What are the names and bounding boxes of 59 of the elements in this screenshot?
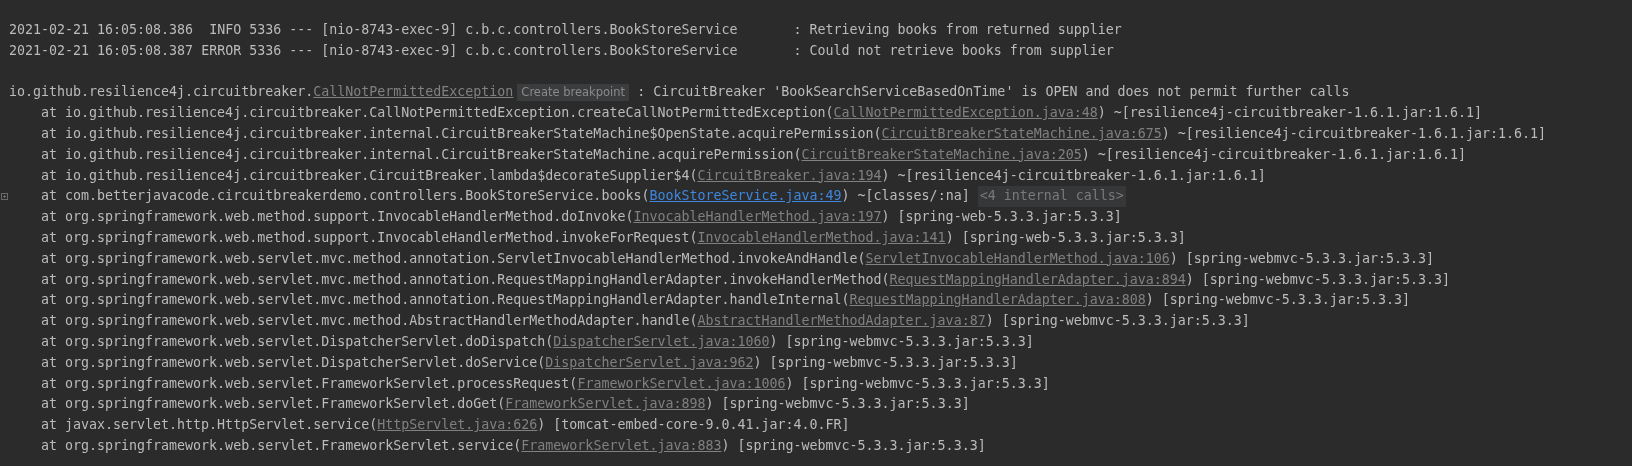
log-text: ) [spring-webmvc-5.3.3.jar:5.3.3] xyxy=(1145,291,1410,310)
source-link[interactable]: DispatcherServlet.java:1060 xyxy=(553,331,770,353)
source-link[interactable]: CircuitBreakerStateMachine.java:675 xyxy=(881,124,1162,145)
log-text: at com.betterjavacode.circuitbreakerdemo.controllers.BookStoreService.books( xyxy=(41,187,650,206)
log-text: at org.springframework.web.servlet.FrameworkServlet.service( xyxy=(41,436,522,455)
source-link[interactable]: RequestMappingHandlerAdapter.java:894 xyxy=(889,269,1186,291)
source-link[interactable]: DispatcherServlet.java:962 xyxy=(545,352,754,374)
log-text: at io.github.resilience4j.circuitbreaker.CircuitBreaker.lambda$decorateSupplier$4( xyxy=(41,166,698,185)
log-text: ) ~[resilience4j-circuitbreaker-1.6.1.jar:1.6.1] xyxy=(1161,125,1547,143)
log-text: ) [spring-webmvc-5.3.3.jar:5.3.3] xyxy=(721,436,986,455)
source-link[interactable]: FrameworkServlet.java:898 xyxy=(505,394,706,416)
log-text: ) [spring-web-5.3.3.jar:5.3.3] xyxy=(881,208,1122,227)
log-text: at io.github.resilience4j.circuitbreaker.internal.CircuitBreakerStateMachine.acquirePermission( xyxy=(41,145,802,164)
log-text: at org.springframework.web.method.support.InvocableHandlerMethod.doInvoke( xyxy=(41,208,634,227)
log-text: io.github.resilience4j.circuitbreaker. xyxy=(9,83,314,102)
log-text: ) ~[resilience4j-circuitbreaker-1.6.1.jar:1.6.1] xyxy=(1097,104,1482,123)
source-link[interactable]: BookStoreService.java:49 xyxy=(649,186,842,208)
log-text: ) [spring-webmvc-5.3.3.jar:5.3.3] xyxy=(753,353,1018,372)
log-text: at org.springframework.web.servlet.DispatcherServlet.doService( xyxy=(41,353,546,372)
create-breakpoint-button[interactable]: Create breakpoint xyxy=(517,84,630,102)
log-text: ) [tomcat-embed-core-9.0.41.jar:4.0.FR] xyxy=(537,416,850,435)
source-link[interactable]: FrameworkServlet.java:1006 xyxy=(577,373,786,395)
log-text: at org.springframework.web.servlet.mvc.method.annotation.RequestMappingHandlerAdapter.invokeHandlerMethod( xyxy=(41,270,890,289)
log-text: at org.springframework.web.method.support.InvocableHandlerMethod.invokeForRequest( xyxy=(41,228,698,247)
log-text: ) [spring-webmvc-5.3.3.jar:5.3.3] xyxy=(985,312,1250,331)
log-text: ) [spring-webmvc-5.3.3.jar:5.3.3] xyxy=(769,332,1034,351)
log-text: ) ~[classes/:na] xyxy=(841,187,971,206)
source-link[interactable]: CircuitBreakerStateMachine.java:205 xyxy=(801,144,1082,166)
source-link[interactable]: AbstractHandlerMethodAdapter.java:87 xyxy=(697,311,986,332)
log-text: at org.springframework.web.servlet.FrameworkServlet.doGet( xyxy=(41,395,506,414)
log-text: : CircuitBreaker 'BookSearchServiceBasedOnTime' is OPEN and does not permit further calls xyxy=(636,83,1350,102)
source-link[interactable]: CallNotPermittedException xyxy=(313,82,514,104)
log-text: at org.springframework.web.servlet.DispatcherServlet.doDispatch( xyxy=(41,332,554,351)
source-link[interactable]: RequestMappingHandlerAdapter.java:808 xyxy=(849,290,1146,312)
log-text: at io.github.resilience4j.circuitbreaker.CallNotPermittedException.createCallNotPermittedException( xyxy=(41,104,834,123)
log-text: ) [spring-web-5.3.3.jar:5.3.3] xyxy=(945,228,1186,247)
source-link[interactable]: ServletInvocableHandlerMethod.java:106 xyxy=(865,248,1170,270)
source-link[interactable]: HttpServlet.java:626 xyxy=(377,415,538,436)
log-text: at io.github.resilience4j.circuitbreaker.internal.CircuitBreakerStateMachine$OpenState.acquirePermission( xyxy=(41,125,882,143)
log-text: ) [spring-webmvc-5.3.3.jar:5.3.3] xyxy=(705,395,970,414)
log-text: at org.springframework.web.servlet.FrameworkServlet.processRequest( xyxy=(41,374,578,393)
source-link[interactable]: InvocableHandlerMethod.java:197 xyxy=(633,207,882,228)
log-text: at org.springframework.web.servlet.mvc.method.AbstractHandlerMethodAdapter.handle( xyxy=(41,312,698,331)
source-link[interactable]: CallNotPermittedException.java:48 xyxy=(833,103,1098,124)
expand-icon[interactable] xyxy=(1,193,8,201)
log-text: at org.springframework.web.servlet.mvc.method.annotation.ServletInvocableHandlerMethod.invokeAndHandle( xyxy=(41,249,866,268)
source-link[interactable]: CircuitBreaker.java:194 xyxy=(697,165,882,187)
log-text: ) ~[resilience4j-circuitbreaker-1.6.1.jar:1.6.1] xyxy=(881,166,1266,185)
log-text: 2021-02-21 16:05:08.386 INFO 5336 --- [nio-8743-exec-9] c.b.c.controllers.BookStoreService : Retrieving books from returned supplier xyxy=(9,21,1122,39)
internal-calls-fold[interactable]: <4 internal calls> xyxy=(977,186,1126,208)
log-text: at org.springframework.web.servlet.mvc.method.annotation.RequestMappingHandlerAdapter.handleInternal( xyxy=(41,291,850,310)
log-text: at javax.servlet.http.HttpServlet.service( xyxy=(41,416,378,435)
log-text: ) [spring-webmvc-5.3.3.jar:5.3.3] xyxy=(1169,249,1434,268)
log-text: 2021-02-21 16:05:08.387 ERROR 5336 --- [nio-8743-exec-9] c.b.c.controllers.BookStoreService : Could not retrieve books from supplier xyxy=(9,41,1114,60)
log-text: ) ~[resilience4j-circuitbreaker-1.6.1.jar:1.6.1] xyxy=(1081,145,1466,164)
source-link[interactable]: FrameworkServlet.java:883 xyxy=(521,435,722,457)
log-text: ) [spring-webmvc-5.3.3.jar:5.3.3] xyxy=(1185,270,1450,289)
log-text: ) [spring-webmvc-5.3.3.jar:5.3.3] xyxy=(785,374,1050,393)
source-link[interactable]: InvocableHandlerMethod.java:141 xyxy=(697,227,946,249)
